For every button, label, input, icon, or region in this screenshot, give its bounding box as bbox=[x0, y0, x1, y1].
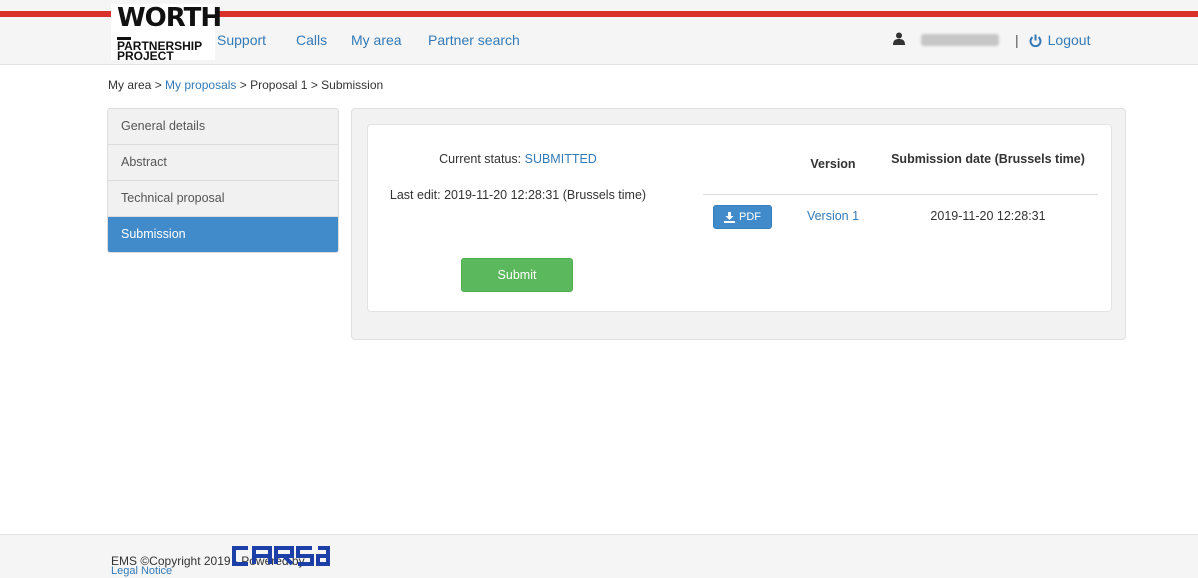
submission-card: Current status: SUBMITTED Last edit: 201… bbox=[367, 124, 1112, 312]
nav-support[interactable]: Support bbox=[217, 32, 266, 48]
sidebar-item-general-details[interactable]: General details bbox=[108, 109, 338, 145]
breadcrumb-my-proposals[interactable]: My proposals bbox=[165, 78, 236, 92]
current-status: Current status: SUBMITTED bbox=[368, 152, 668, 166]
nav-calls[interactable]: Calls bbox=[296, 32, 327, 48]
carsa-logo[interactable] bbox=[230, 545, 330, 570]
table-divider bbox=[703, 194, 1098, 195]
breadcrumb-separator: > bbox=[236, 78, 251, 92]
version-column-header: Version bbox=[810, 157, 856, 171]
logo-line-3: PROJECT bbox=[117, 49, 174, 63]
user-separator: | bbox=[1015, 32, 1019, 48]
submission-panel: Current status: SUBMITTED Last edit: 201… bbox=[351, 108, 1126, 340]
breadcrumb-proposal: Proposal 1 bbox=[250, 78, 308, 92]
breadcrumb-submission: Submission bbox=[321, 78, 384, 92]
nav-partner-search[interactable]: Partner search bbox=[428, 32, 520, 48]
pdf-label: PDF bbox=[739, 211, 761, 223]
user-area: | Logout bbox=[893, 32, 1090, 48]
submit-button[interactable]: Submit bbox=[461, 258, 573, 292]
power-icon bbox=[1029, 34, 1042, 47]
download-icon bbox=[724, 211, 735, 223]
breadcrumb-my-area: My area bbox=[108, 78, 152, 92]
sidebar-item-submission[interactable]: Submission bbox=[108, 217, 338, 252]
legal-notice-link[interactable]: Legal Notice bbox=[111, 565, 172, 577]
breadcrumb: My area > My proposals > Proposal 1 > Su… bbox=[108, 78, 383, 92]
last-edit-text: Last edit: 2019-11-20 12:28:31 (Brussels… bbox=[389, 188, 647, 202]
worth-logo[interactable]: WORTH PARTNERSHIP PROJECT bbox=[111, 4, 222, 63]
logout-label: Logout bbox=[1047, 32, 1091, 48]
user-name[interactable] bbox=[921, 34, 999, 46]
breadcrumb-separator: > bbox=[307, 78, 322, 92]
top-header: WORTH PARTNERSHIP PROJECT Support Calls … bbox=[0, 0, 1198, 65]
sidebar-item-abstract[interactable]: Abstract bbox=[108, 145, 338, 181]
nav-my-area[interactable]: My area bbox=[351, 32, 402, 48]
footer: EMS ©Copyright 2019 - Powered by Legal N… bbox=[0, 534, 1198, 578]
proposal-sidebar: General details Abstract Technical propo… bbox=[107, 108, 339, 253]
user-icon bbox=[893, 32, 905, 48]
status-value: SUBMITTED bbox=[524, 152, 597, 166]
pdf-download-button[interactable]: PDF bbox=[713, 205, 772, 229]
breadcrumb-separator: > bbox=[151, 78, 166, 92]
submission-date-value: 2019-11-20 12:28:31 bbox=[930, 209, 1046, 223]
sidebar-item-technical-proposal[interactable]: Technical proposal bbox=[108, 181, 338, 217]
submission-date-column-header: Submission date (Brussels time) bbox=[891, 152, 1085, 166]
version-link[interactable]: Version 1 bbox=[788, 209, 878, 223]
logo-line-1: WORTH bbox=[117, 3, 222, 33]
status-label: Current status: bbox=[439, 152, 522, 166]
logout-button[interactable]: Logout bbox=[1029, 32, 1091, 48]
